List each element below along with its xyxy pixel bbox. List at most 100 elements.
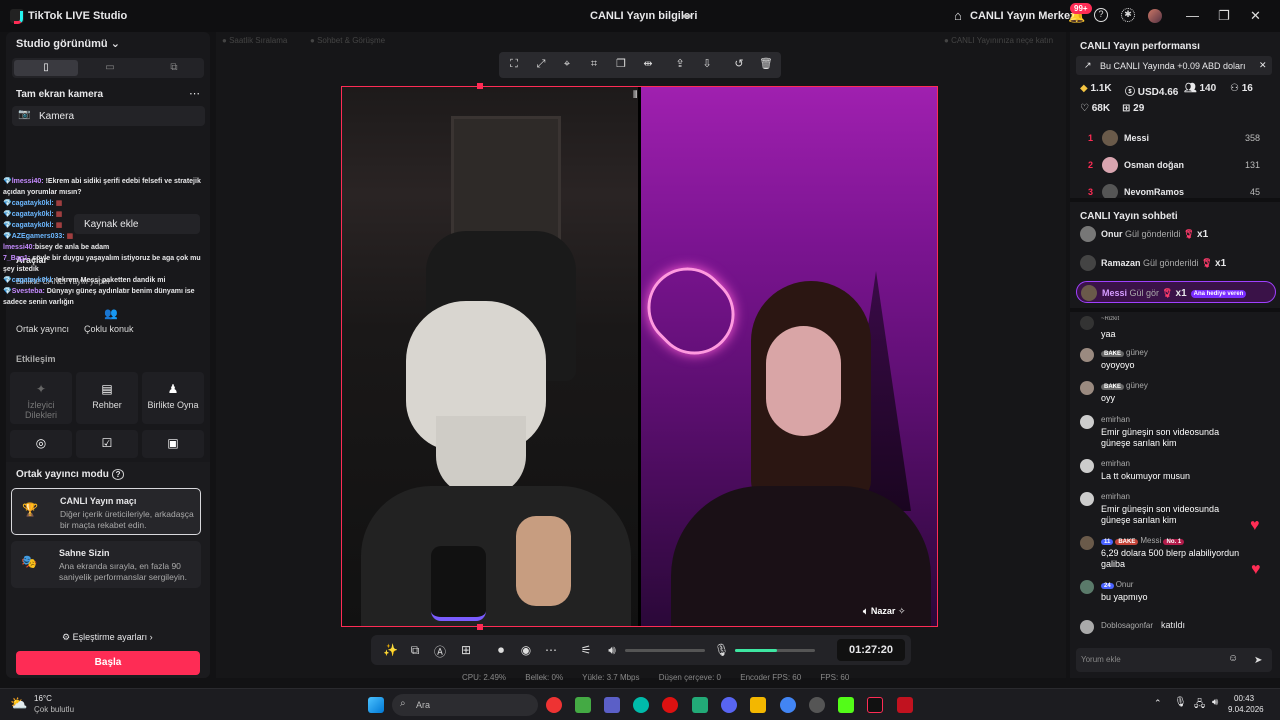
folder-icon[interactable] [750,697,766,713]
chat-message[interactable]: ~Rizkit yaa [1080,316,1275,344]
play-together-button[interactable]: ♟ Birlikte Oyna [142,372,204,424]
plus-box-icon[interactable]: ⊞ [459,643,473,657]
clock-time[interactable]: 00:43 [1234,694,1254,703]
start-button[interactable]: Başla [16,651,200,675]
scene-title[interactable]: Tam ekran kamera [16,89,103,100]
youtube-icon[interactable] [897,697,913,713]
multi-guest-button[interactable]: 👥 Çoklu konuk [76,303,138,341]
select-icon[interactable]: ⛶ [507,57,521,71]
mic-volume-slider[interactable] [735,649,815,652]
resize-handle[interactable] [477,624,483,630]
minimize-icon[interactable]: — [1186,8,1199,23]
speaker-volume-slider[interactable] [625,649,705,652]
ranking-row[interactable]: 3 NevomRamos 45 [1070,180,1280,198]
layer-up-icon[interactable]: ⇪ [673,57,687,71]
maximize-icon[interactable]: ❐ [1218,8,1230,24]
chat-message[interactable]: 11 BAKE Messi No. 1 6,29 dolara 500 blerp a… [1080,536,1275,576]
profile-avatar[interactable] [1148,9,1162,23]
live-match-card[interactable]: 🏆 CANLI Yayın maçı Diğer içerik üreticil… [11,488,201,535]
match-settings-link[interactable]: ⚙ Eşleştirme ayarları › [62,632,153,643]
info-icon[interactable]: ? [111,469,125,480]
tool-button-b[interactable]: ☑ [76,430,138,458]
opera-icon[interactable] [662,697,678,713]
tray-volume-icon[interactable]: 🔊︎ [1212,697,1218,708]
close-icon[interactable]: ✕ [1250,8,1261,24]
cohost-button[interactable]: Ortak yayıncı [10,303,72,341]
play-together-icon: ♟ [167,382,179,396]
ranking-row[interactable]: 2 Osman doğan 131 [1070,153,1280,179]
resize-handle[interactable] [477,83,483,89]
chat-message[interactable]: BAKE güney oyy [1080,381,1275,411]
chat-message[interactable]: emirhan Emir güneşin son videosunda güneş… [1080,492,1275,532]
chrome-alt-icon[interactable] [780,697,796,713]
rotate-icon[interactable]: ↺ [732,57,746,71]
beauty-icon[interactable]: ⧉ [408,643,422,658]
chat-user: Onur [1115,580,1134,589]
landscape-layout-icon[interactable]: ▭ [78,60,142,76]
help-icon[interactable]: ? [1094,8,1108,22]
clock-date[interactable]: 9.04.2026 [1228,705,1264,714]
more-options-icon[interactable]: ⋯ [189,87,200,100]
close-banner-icon[interactable]: ✕ [1259,60,1267,71]
tiktok-taskbar-icon[interactable] [867,697,883,713]
flip-icon[interactable]: ⇹ [641,57,655,71]
tool-button-c[interactable]: ▣ [142,430,204,458]
ranking-row[interactable]: 1 Messi 358 [1070,126,1280,152]
mic-level-fill [735,649,777,652]
share-icon[interactable]: ➦ [682,9,692,23]
camera-source[interactable]: 📷 Kamera [12,106,205,126]
microphone-icon[interactable]: 🎙︎ [714,643,729,657]
viewer-wishes-button[interactable]: ✦ İzleyici Dilekleri [10,372,72,424]
crop-icon[interactable]: ⌗ [587,57,601,71]
send-icon[interactable]: ➤ [1254,655,1262,666]
chat-message[interactable]: emirhan La tt okumuyor musun [1080,459,1275,489]
chat-message[interactable]: 24 Onur bu yapmıyo [1080,580,1275,610]
interaction-label: Etkileşim [16,354,56,364]
chat-message[interactable]: BAKE güney oyoyoyo [1080,348,1275,378]
volume-icon[interactable]: 🔊︎ [605,643,619,658]
ai-icon[interactable]: Ⓐ [433,643,447,660]
settings-gear-icon[interactable]: ✱ [1121,8,1135,22]
teams-icon[interactable] [604,697,620,713]
host-video[interactable] [341,86,638,627]
tool-button-a[interactable]: ◎ [10,430,72,458]
app-icon[interactable] [575,697,591,713]
clip-icon[interactable]: ◉ [519,643,533,657]
stage-card[interactable]: 🎭 Sahne Sizin Ana ekranda sırayla, en fa… [11,541,201,588]
start-menu-icon[interactable] [368,697,384,713]
upload-stat: Yükle: 3.7 Mbps [582,673,640,682]
home-icon[interactable]: ⌂ [954,8,962,23]
chat-message[interactable]: emirhan Emir güneşin son videosunda güneş… [1080,415,1275,455]
steam-icon[interactable] [809,697,825,713]
portrait-layout-icon[interactable]: ▯ [14,60,78,76]
emoji-icon[interactable]: ☺ [1228,653,1238,664]
edge-icon[interactable] [633,697,649,713]
live-center-link[interactable]: CANLI Yayın Merkezi [970,10,1079,22]
kick-icon[interactable] [838,697,854,713]
weather-icon[interactable]: ⛅ [10,695,27,712]
dual-layout-icon[interactable]: ⧉ [142,60,206,76]
duplicate-icon[interactable]: ❐ [614,57,628,71]
taskbar-search[interactable]: ⌕ Ara [392,694,538,716]
guest-video[interactable]: 🔈︎ Nazar ✧ [641,86,938,627]
studio-view-dropdown[interactable]: Studio görünümü ⌄ [16,37,120,50]
guide-button[interactable]: ▤ Rehber [76,372,138,424]
neon-heart [641,250,752,372]
rank-score: 358 [1244,133,1260,143]
comment-input[interactable]: Yorum ekle ☺ [1076,648,1272,672]
discord-icon[interactable] [721,697,737,713]
audio-settings-icon[interactable]: ⚟ [579,643,593,657]
fit-icon[interactable]: ⤢ [534,57,548,71]
delete-icon[interactable]: 🗑 [759,57,773,71]
network-icon[interactable]: 🖧 [1194,697,1205,714]
more-icon[interactable]: ⋯ [544,643,558,657]
split-handle-icon[interactable]: ⦀ [633,90,637,101]
record-icon[interactable]: ⏺ [494,643,508,658]
center-icon[interactable]: ⌖ [560,57,574,71]
tray-mic-icon[interactable]: 🎙︎ [1174,697,1187,708]
mail-icon[interactable] [692,697,708,713]
chrome-icon[interactable] [546,697,562,713]
tray-chevron-icon[interactable]: ⌃ [1154,698,1162,709]
layer-down-icon[interactable]: ⇩ [700,57,714,71]
effects-wand-icon[interactable]: ✨ [383,643,398,657]
